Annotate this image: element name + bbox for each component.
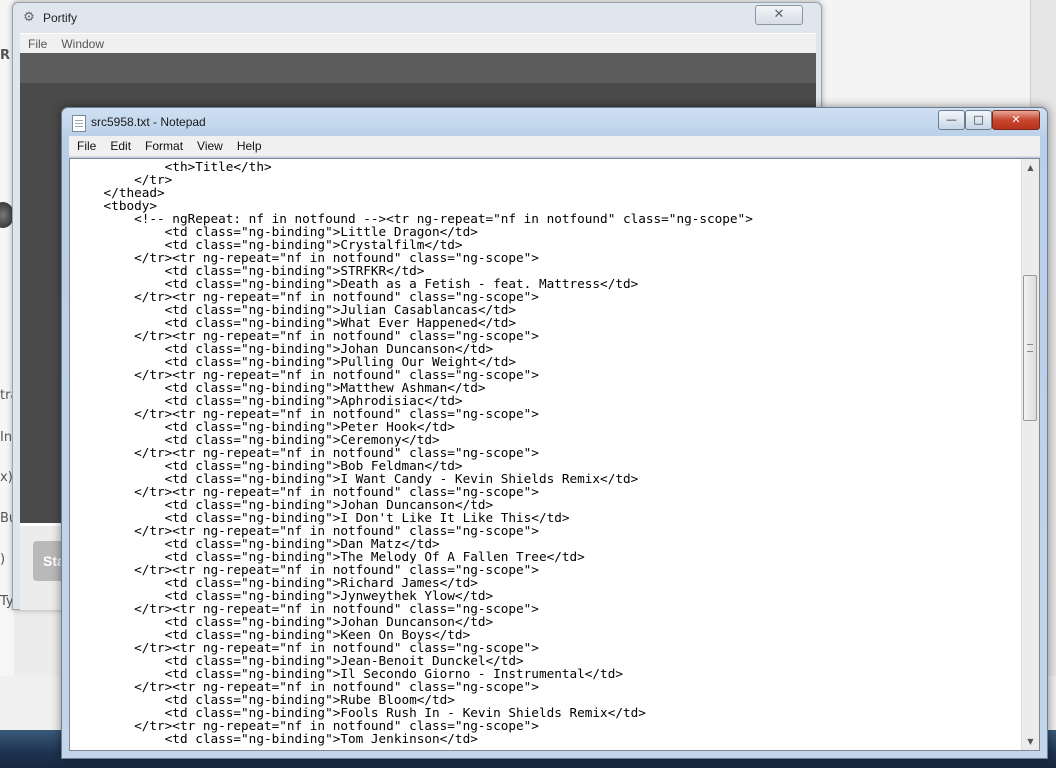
minimize-icon: — <box>946 113 957 126</box>
text-line: <td class="ng-binding">Tom Jenkinson</td… <box>73 731 478 746</box>
portify-titlebar[interactable]: ⚙ Portify <box>21 8 77 28</box>
maximize-button[interactable]: □ <box>965 110 992 130</box>
menu-help[interactable]: Help <box>237 139 262 153</box>
minimize-button[interactable]: — <box>938 110 965 130</box>
background-fragment: In <box>0 430 13 445</box>
background-fragment: ) <box>0 552 6 567</box>
notepad-window-title: src5958.txt - Notepad <box>91 115 206 129</box>
scrollbar-thumb[interactable] <box>1023 275 1037 421</box>
notepad-menubar: File Edit Format View Help <box>69 136 1040 157</box>
portify-menubar: File Window <box>20 33 816 53</box>
background-fragment: x) <box>0 470 13 485</box>
notepad-window: src5958.txt - Notepad — □ ✕ File Edit Fo… <box>61 107 1048 759</box>
text-line: <th>Title</th> <box>73 159 272 174</box>
scroll-down-arrow-icon[interactable]: ▼ <box>1022 733 1039 750</box>
portify-menu-file[interactable]: File <box>28 37 47 51</box>
text-line: </tr> <box>73 172 173 187</box>
portify-window-title: Portify <box>43 11 78 25</box>
menu-edit[interactable]: Edit <box>110 139 131 153</box>
close-button[interactable]: ✕ <box>992 110 1040 130</box>
notepad-app-icon <box>72 115 86 132</box>
portify-close-button[interactable]: ✕ <box>755 5 803 25</box>
menu-file[interactable]: File <box>77 139 96 153</box>
menu-view[interactable]: View <box>197 139 223 153</box>
portify-menu-window[interactable]: Window <box>61 37 104 51</box>
notepad-text-content: <th>Title</th> </tr> </thead> <tbody> <!… <box>73 160 753 745</box>
menu-format[interactable]: Format <box>145 139 183 153</box>
portify-content-header <box>20 53 816 83</box>
notepad-text-area[interactable]: <th>Title</th> </tr> </thead> <tbody> <!… <box>69 158 1040 751</box>
scrollbar-grip-icon <box>1027 344 1033 352</box>
portify-app-icon: ⚙ <box>23 10 35 25</box>
background-fragment: R <box>0 48 11 63</box>
scroll-up-arrow-icon[interactable]: ▲ <box>1022 159 1039 176</box>
close-icon: ✕ <box>773 7 785 22</box>
vertical-scrollbar[interactable]: ▲ ▼ <box>1021 159 1039 750</box>
close-icon: ✕ <box>1011 113 1021 126</box>
text-line: </thead> <box>73 185 165 200</box>
maximize-icon: □ <box>973 113 984 126</box>
